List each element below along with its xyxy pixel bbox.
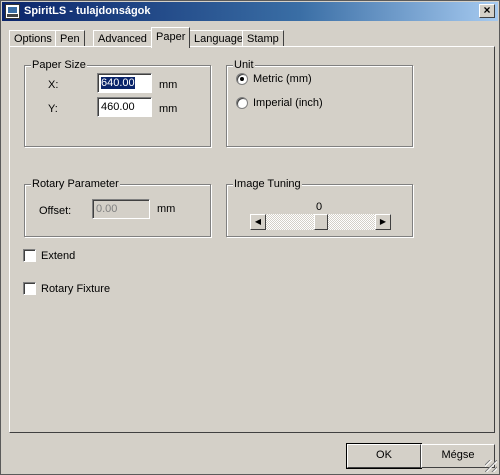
- rotary-parameter-legend: Rotary Parameter: [31, 178, 120, 190]
- tab-language[interactable]: Language: [189, 30, 248, 47]
- resize-grip[interactable]: [485, 460, 497, 472]
- offset-input[interactable]: 0.00: [92, 199, 150, 219]
- window-title: SpiritLS - tulajdonságok: [24, 5, 151, 17]
- radio-selected-dot: [240, 77, 244, 81]
- arrow-left-icon: ◀: [254, 217, 262, 226]
- y-label: Y:: [48, 103, 58, 115]
- tab-stamp[interactable]: Stamp: [242, 30, 284, 47]
- rotary-fixture-label[interactable]: Rotary Fixture: [41, 283, 110, 295]
- offset-label: Offset:: [39, 205, 72, 217]
- extend-checkbox[interactable]: [23, 249, 36, 262]
- tab-pen[interactable]: Pen: [55, 30, 85, 47]
- image-tuning-legend: Image Tuning: [233, 178, 302, 190]
- y-unit-label: mm: [159, 103, 178, 115]
- metric-label[interactable]: Metric (mm): [253, 73, 312, 85]
- paper-x-value: 640.00: [101, 77, 135, 89]
- imperial-radio[interactable]: [236, 97, 248, 109]
- extend-label[interactable]: Extend: [41, 250, 75, 262]
- arrow-right-icon: ▶: [379, 217, 387, 226]
- paper-x-input[interactable]: 640.00: [97, 73, 152, 93]
- image-tuning-thumb[interactable]: [314, 214, 328, 230]
- image-tuning-value: 0: [316, 201, 323, 213]
- ok-button[interactable]: OK: [346, 443, 422, 469]
- close-button[interactable]: ×: [479, 4, 495, 18]
- cancel-button[interactable]: Mégse: [421, 444, 495, 468]
- metric-radio[interactable]: [236, 73, 248, 85]
- tab-advanced[interactable]: Advanced: [93, 30, 152, 47]
- close-icon: ×: [483, 3, 491, 17]
- scroll-right-button[interactable]: ▶: [375, 214, 391, 230]
- imperial-label[interactable]: Imperial (inch): [253, 97, 323, 109]
- paper-y-input[interactable]: 460.00: [97, 97, 152, 117]
- tab-paper[interactable]: Paper: [151, 27, 191, 48]
- x-unit-label: mm: [159, 79, 178, 91]
- offset-value: 0.00: [96, 203, 118, 215]
- scroll-left-button[interactable]: ◀: [250, 214, 266, 230]
- tab-options[interactable]: Options: [9, 30, 57, 47]
- x-label: X:: [48, 79, 59, 91]
- unit-legend: Unit: [233, 59, 255, 71]
- title-bar[interactable]: SpiritLS - tulajdonságok ×: [2, 2, 498, 21]
- paper-size-legend: Paper Size: [31, 59, 87, 71]
- app-icon: [5, 4, 20, 19]
- rotary-fixture-checkbox[interactable]: [23, 282, 36, 295]
- offset-unit-label: mm: [157, 203, 176, 215]
- properties-dialog: SpiritLS - tulajdonságok × Options Pen A…: [0, 0, 500, 475]
- paper-y-value: 460.00: [101, 101, 135, 113]
